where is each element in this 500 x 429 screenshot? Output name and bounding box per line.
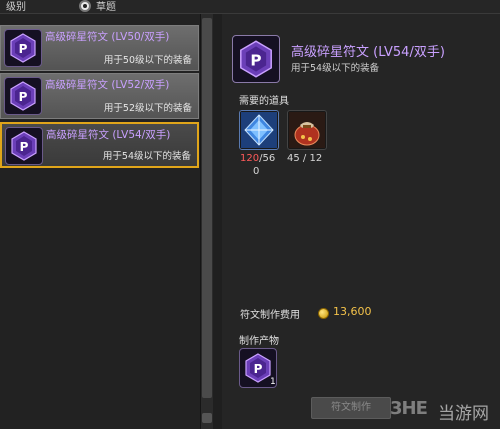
product-label: 制作产物 — [239, 336, 279, 347]
watermark: 3HE 当游网 — [390, 396, 500, 426]
level-filter-label: 级别 — [6, 2, 26, 13]
product-quantity: 1 — [270, 377, 276, 387]
recipe-subtitle: 用于54级以下的装备 — [102, 151, 191, 162]
svg-text:P: P — [254, 362, 263, 376]
scroll-down-arrow-icon[interactable] — [202, 413, 212, 423]
recipe-subtitle: 用于50级以下的装备 — [103, 55, 192, 66]
rune-icon: P — [4, 29, 42, 67]
craft-rune-button[interactable]: 符文制作 — [311, 397, 391, 419]
watermark-logo: 3HE — [390, 398, 428, 419]
material-count-pouch: 45 / 12 — [287, 153, 323, 164]
detail-title: 高级碎星符文 (LV54/双手) — [291, 45, 445, 60]
materials-label: 需要的道具 — [239, 96, 289, 107]
material-count-crystal: 120/56 — [240, 153, 276, 164]
recipe-title: 高级碎星符文 (LV54/双手) — [46, 129, 171, 141]
watermark-text: 当游网 — [438, 404, 489, 424]
rune-icon: P — [5, 127, 43, 165]
svg-text:P: P — [20, 140, 29, 154]
gold-coin-icon — [318, 308, 329, 319]
craft-cost-label: 符文制作费用 — [240, 310, 300, 321]
recipe-subtitle: 用于52级以下的装备 — [103, 103, 192, 114]
filter-radio-label[interactable]: 草题 — [96, 0, 116, 13]
craft-cost-value: 13,600 — [333, 305, 372, 318]
filter-bar: 级别 草题 — [0, 0, 500, 14]
recipe-item-lv54[interactable]: P 高级碎星符文 (LV54/双手) 用于54级以下的装备 — [0, 122, 199, 168]
svg-text:P: P — [19, 42, 28, 56]
rune-icon: P — [4, 77, 42, 115]
material-count-crystal-wrap: 0 — [253, 166, 260, 177]
recipe-item-lv52[interactable]: P 高级碎星符文 (LV52/双手) 用于52级以下的装备 — [0, 73, 199, 119]
recipe-title: 高级碎星符文 (LV52/双手) — [45, 79, 170, 91]
scrollbar-thumb[interactable] — [202, 18, 212, 398]
blue-crystal-icon[interactable] — [239, 110, 279, 150]
filter-radio-button[interactable] — [79, 0, 91, 12]
detail-rune-icon: P — [232, 35, 280, 83]
svg-text:P: P — [250, 51, 261, 69]
detail-subtitle: 用于54级以下的装备 — [291, 63, 380, 74]
recipe-item-lv50[interactable]: P 高级碎星符文 (LV50/双手) 用于50级以下的装备 — [0, 25, 199, 71]
svg-text:P: P — [19, 90, 28, 104]
recipe-title: 高级碎星符文 (LV50/双手) — [45, 31, 170, 43]
red-pouch-icon[interactable] — [287, 110, 327, 150]
recipe-list-scrollbar[interactable] — [200, 14, 213, 429]
